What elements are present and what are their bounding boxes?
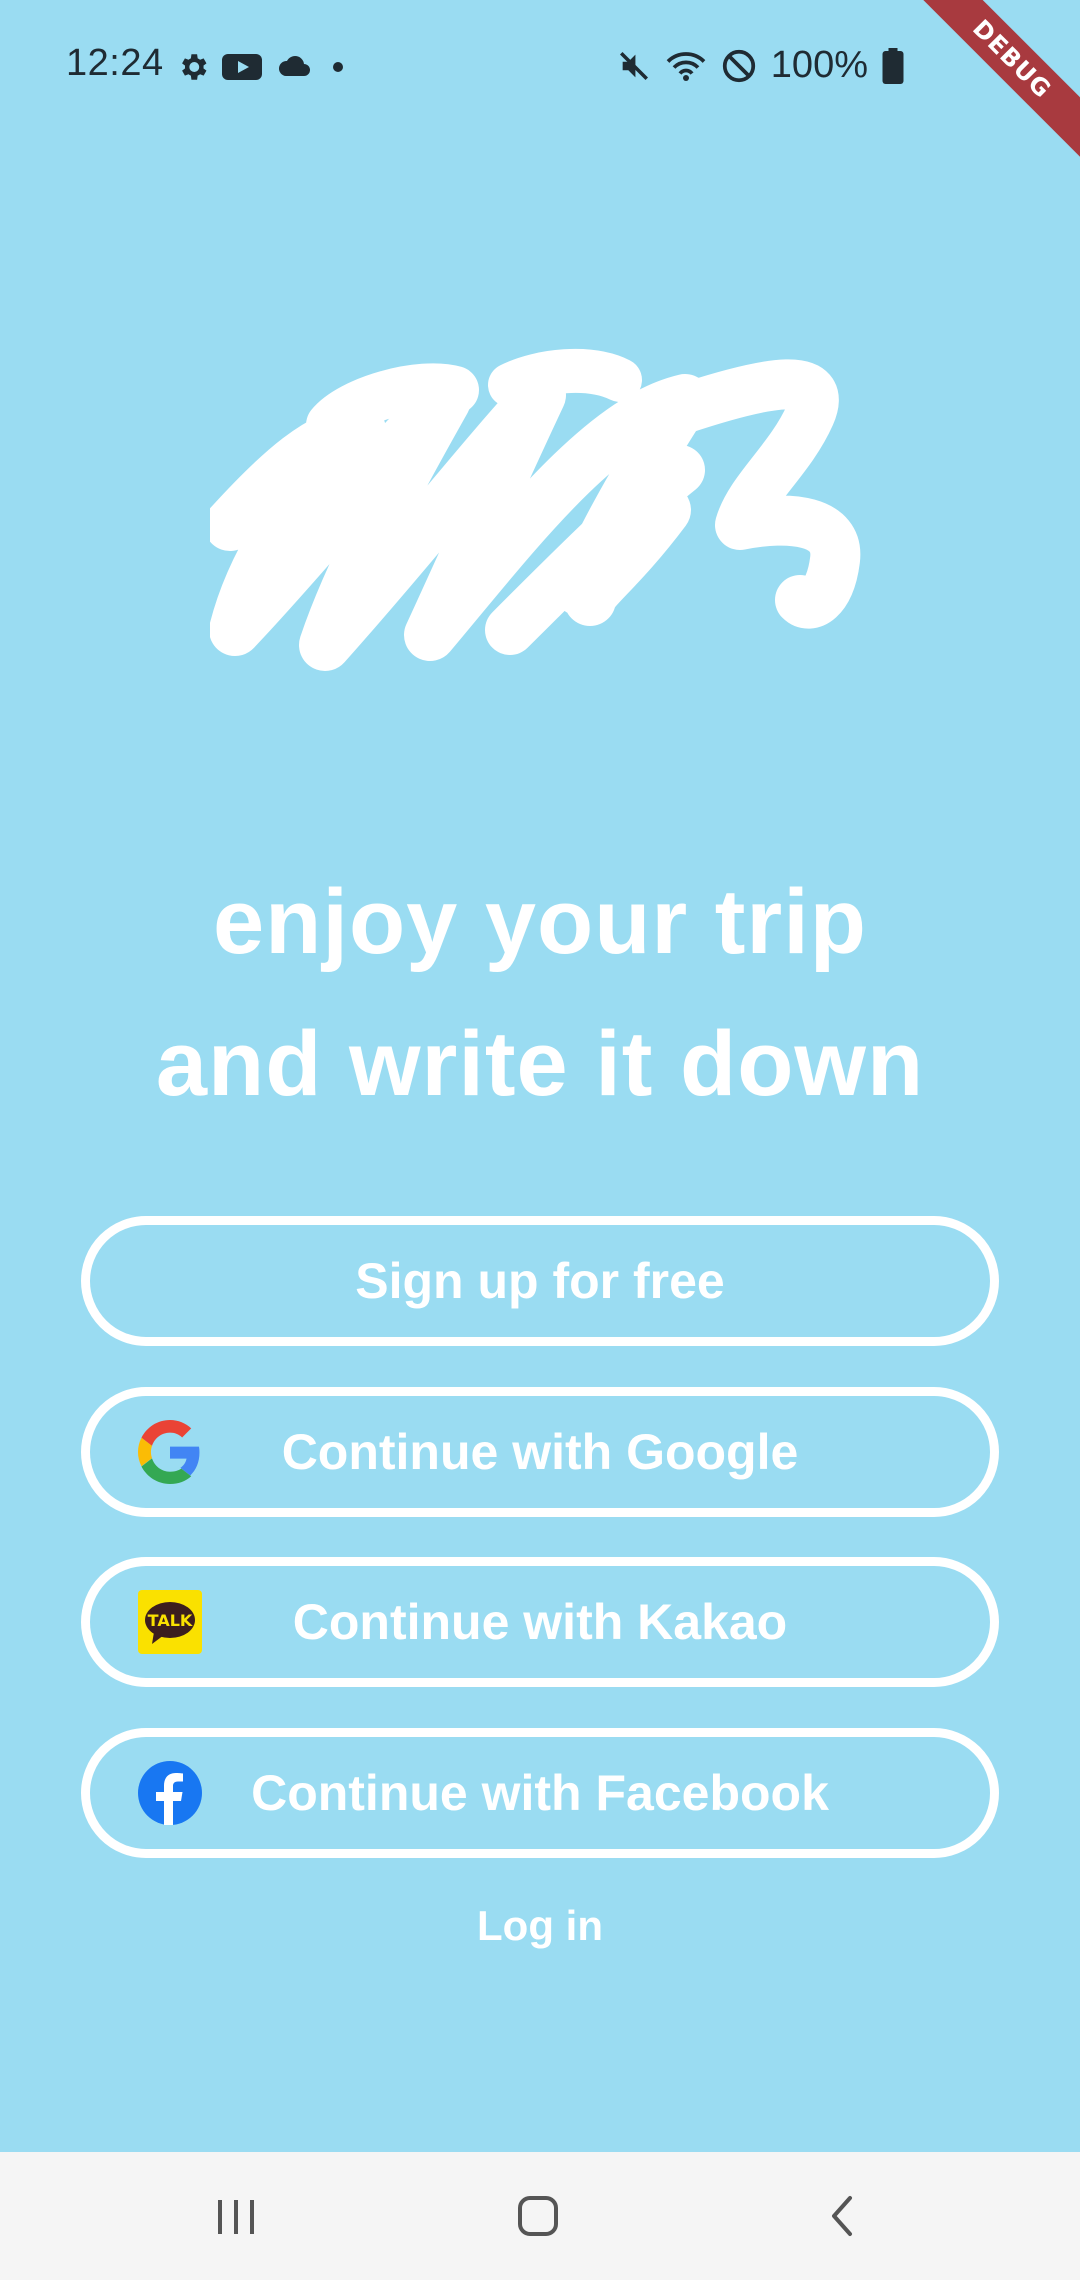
battery-icon — [882, 47, 904, 84]
do-not-disturb-icon — [721, 48, 757, 84]
cloud-icon — [274, 54, 312, 80]
facebook-login-label: Continue with Facebook — [251, 1765, 829, 1821]
tagline-line-1: enjoy your trip — [213, 871, 867, 973]
facebook-login-button[interactable]: Continue with Facebook — [81, 1728, 999, 1858]
kakao-login-button[interactable]: TALK Continue with Kakao — [81, 1557, 999, 1687]
app-logo — [204, 340, 870, 690]
recents-icon[interactable] — [206, 2186, 266, 2246]
status-time: 12:24 — [66, 42, 164, 84]
status-right: 100% — [617, 44, 904, 87]
status-bar: 12:24 100% — [0, 0, 1080, 134]
youtube-icon — [222, 52, 262, 82]
debug-banner-label: DEBUG — [920, 0, 1080, 160]
status-left-icons — [176, 50, 346, 84]
google-login-button[interactable]: Continue with Google — [81, 1387, 999, 1517]
tagline-line-2: and write it down — [155, 1013, 925, 1115]
battery-percentage: 100% — [770, 44, 868, 86]
dot-icon — [324, 61, 346, 73]
mute-icon — [617, 49, 651, 83]
wifi-icon — [665, 49, 707, 83]
home-icon[interactable] — [508, 2186, 568, 2246]
back-icon[interactable] — [812, 2186, 872, 2246]
debug-banner: DEBUG — [920, 0, 1080, 160]
system-nav-bar — [0, 2152, 1080, 2280]
settings-icon — [176, 50, 210, 84]
google-login-label: Continue with Google — [281, 1424, 799, 1480]
login-link[interactable]: Log in — [0, 1902, 1080, 1950]
signup-button[interactable]: Sign up for free — [81, 1216, 999, 1346]
kakao-login-label: Continue with Kakao — [292, 1594, 788, 1650]
signup-button-label: Sign up for free — [355, 1253, 725, 1309]
